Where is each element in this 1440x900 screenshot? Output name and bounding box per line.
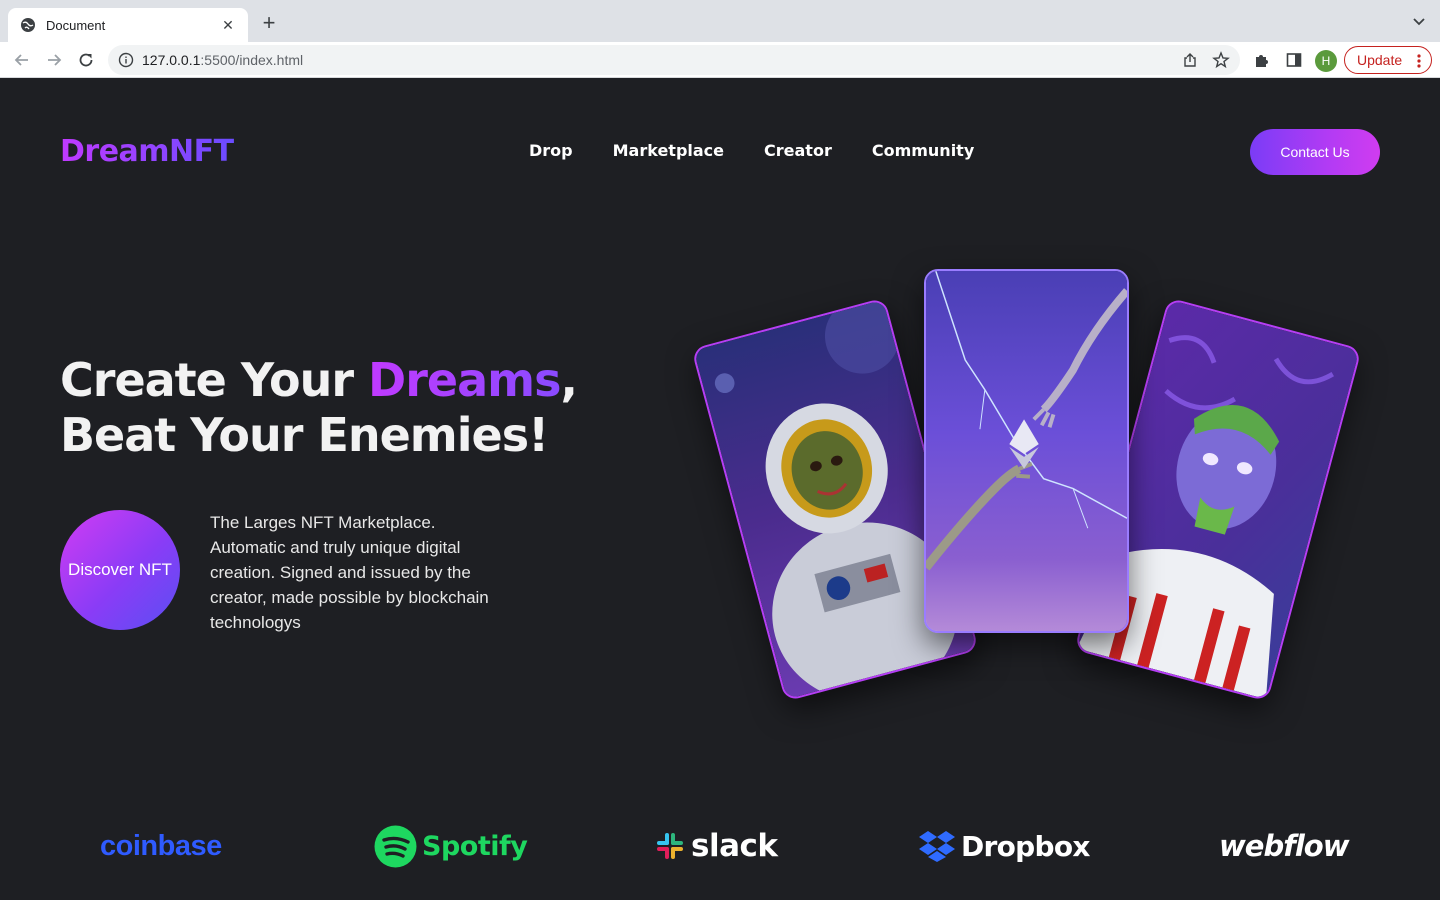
hero-description: The Larges NFT Marketplace. Automatic an… [210,513,489,632]
browser-toolbar: 127.0.0.1 :5500/index.html H Update [0,42,1440,78]
main-nav: Drop Marketplace Creator Community [529,141,974,160]
browser-tab[interactable]: Document ✕ [8,8,248,42]
brand-logos: coinbase Spotify slack Dropbox webflow [0,821,1440,871]
url-host: 127.0.0.1 [142,52,201,68]
ethereum-hands-image [926,271,1127,631]
coinbase-label: coinbase [100,829,222,862]
hero-title-line2: Beat Your Enemies! [60,408,549,462]
hero-title-part1: Create Your [60,353,369,407]
url-path: :5500/index.html [200,52,304,68]
new-tab-icon[interactable]: + [258,12,280,34]
dropbox-label: Dropbox [961,829,1090,863]
address-bar[interactable]: 127.0.0.1 :5500/index.html [108,45,1240,75]
update-button[interactable]: Update [1344,46,1432,74]
back-icon[interactable] [12,50,32,70]
spotify-icon [374,825,417,867]
close-tab-icon[interactable]: ✕ [220,17,236,34]
nav-drop[interactable]: Drop [529,141,573,160]
hero-title-accent: Dreams [368,353,561,407]
brand-spotify: Spotify [374,821,528,871]
nav-creator[interactable]: Creator [764,141,832,160]
nav-marketplace[interactable]: Marketplace [613,141,724,160]
info-icon[interactable] [118,52,134,68]
slack-icon [657,833,683,859]
browser-tab-bar: Document ✕ + [0,0,1440,42]
chevron-down-icon[interactable] [1412,14,1426,28]
discover-nft-button[interactable]: Discover NFT [60,510,180,630]
brand-slack: slack [655,821,778,871]
update-label: Update [1357,52,1403,68]
globe-icon [21,18,35,32]
webflow-label: webflow [1219,829,1349,863]
nft-card-ethereum-hands[interactable] [924,269,1129,633]
extensions-icon[interactable] [1253,51,1271,69]
slack-label: slack [691,828,778,864]
page: DreamNFT Drop Marketplace Creator Commun… [0,79,1440,900]
spotify-label: Spotify [422,830,528,862]
brand-dropbox: Dropbox [918,821,1090,871]
site-logo[interactable]: DreamNFT [60,134,234,169]
side-panel-icon[interactable] [1285,51,1303,69]
tab-title: Document [46,17,106,33]
forward-icon[interactable] [44,50,64,70]
hero-title: Create Your Dreams, Beat Your Enemies! [60,353,578,463]
bookmark-star-icon[interactable] [1212,51,1230,69]
brand-webflow: webflow [1219,821,1349,871]
dropbox-icon [919,831,955,862]
hero-title-part2: , [560,353,578,407]
more-menu-icon[interactable] [1417,53,1421,69]
profile-avatar[interactable]: H [1315,50,1337,72]
reload-icon[interactable] [76,50,96,70]
contact-us-button[interactable]: Contact Us [1250,129,1380,175]
share-icon[interactable] [1182,52,1198,68]
brand-coinbase: coinbase [100,821,222,871]
nav-community[interactable]: Community [872,141,974,160]
